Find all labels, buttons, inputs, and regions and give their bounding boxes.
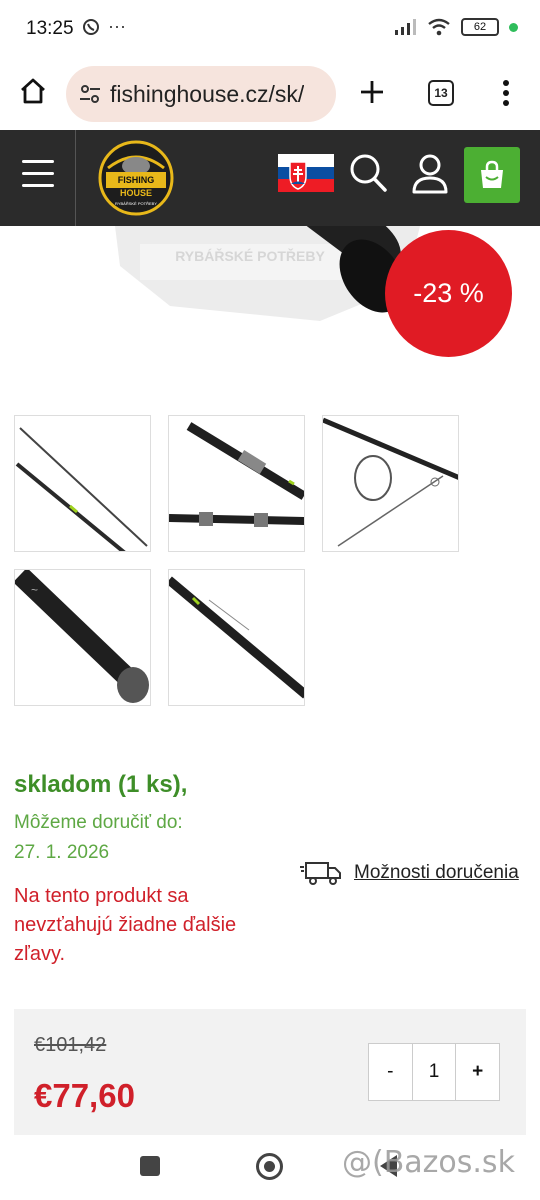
home-icon[interactable]	[18, 76, 48, 106]
thumbnail-5[interactable]	[168, 569, 305, 706]
status-time: 13:25	[26, 18, 74, 39]
bazos-watermark: @(Bazos.sk	[342, 1145, 515, 1180]
more-notifications-icon: ···	[108, 16, 126, 36]
recent-apps-button[interactable]	[140, 1156, 160, 1176]
site-settings-icon[interactable]	[78, 82, 102, 106]
discount-badge: -23 %	[385, 230, 512, 357]
delivery-date: 27. 1. 2026	[14, 842, 110, 863]
site-header: FISHING HOUSE RYBÁŘSKÉ POTŘEBY	[0, 130, 540, 226]
thumbnail-4[interactable]: ~	[14, 569, 151, 706]
search-icon[interactable]	[348, 152, 388, 194]
no-discount-note: Na tento produkt sa nevzťahujú žiadne ďa…	[14, 885, 237, 965]
address-bar[interactable]: fishinghouse.cz/sk/	[66, 66, 336, 122]
home-button[interactable]	[256, 1153, 283, 1180]
price-box: €101,42 €77,60 - 1 +	[14, 1009, 526, 1135]
url-text: fishinghouse.cz/sk/	[110, 80, 305, 107]
stock-status: skladom (1 ks),	[14, 771, 188, 798]
thumbnail-3[interactable]	[322, 415, 459, 552]
signal-icon	[395, 19, 416, 35]
fishinghouse-logo[interactable]: FISHING HOUSE RYBÁŘSKÉ POTŘEBY	[96, 138, 176, 218]
shopping-bag-icon	[481, 160, 503, 188]
quantity-input[interactable]: 1	[413, 1044, 456, 1100]
delivery-label: Môžeme doručiť do:	[14, 812, 183, 833]
thumbnail-2[interactable]	[168, 415, 305, 552]
new-tab-icon[interactable]	[358, 78, 386, 106]
svg-text:~: ~	[31, 583, 38, 597]
old-price: €101,42	[34, 1034, 107, 1056]
status-bar: 13:25 ··· 62	[0, 0, 540, 60]
svg-text:HOUSE: HOUSE	[120, 188, 152, 198]
user-account-icon[interactable]	[410, 152, 450, 196]
delivery-options-label: Možnosti doručenia	[354, 862, 519, 883]
delivery-truck-icon	[300, 862, 341, 885]
hamburger-menu-icon[interactable]	[22, 160, 54, 190]
wifi-icon	[428, 18, 450, 36]
more-menu-icon[interactable]	[500, 78, 512, 108]
privacy-indicator-dot	[509, 22, 518, 32]
delivery-options-link[interactable]: Možnosti doručenia	[300, 860, 519, 886]
svg-text:RYBÁŘSKÉ POTŘEBY: RYBÁŘSKÉ POTŘEBY	[175, 247, 325, 264]
tab-switcher-button[interactable]: 13	[428, 80, 454, 106]
battery-indicator: 62	[461, 18, 499, 36]
browser-toolbar: fishinghouse.cz/sk/ 13	[0, 60, 540, 128]
viber-notification-icon	[83, 18, 99, 35]
slovak-flag-icon[interactable]	[278, 154, 334, 192]
svg-text:FISHING: FISHING	[118, 175, 155, 185]
current-price: €77,60	[34, 1077, 135, 1114]
system-navigation-bar: @(Bazos.sk	[0, 1135, 540, 1200]
product-main-image[interactable]: RYBÁŘSKÉ POTŘEBY -23 %	[0, 226, 540, 396]
quantity-increase-button[interactable]: +	[455, 1044, 499, 1100]
thumbnail-1[interactable]	[14, 415, 151, 552]
quantity-stepper: - 1 +	[368, 1043, 500, 1101]
quantity-decrease-button[interactable]: -	[369, 1044, 413, 1100]
cart-button[interactable]	[464, 147, 520, 203]
svg-text:RYBÁŘSKÉ POTŘEBY: RYBÁŘSKÉ POTŘEBY	[115, 201, 157, 206]
header-divider	[75, 130, 76, 226]
